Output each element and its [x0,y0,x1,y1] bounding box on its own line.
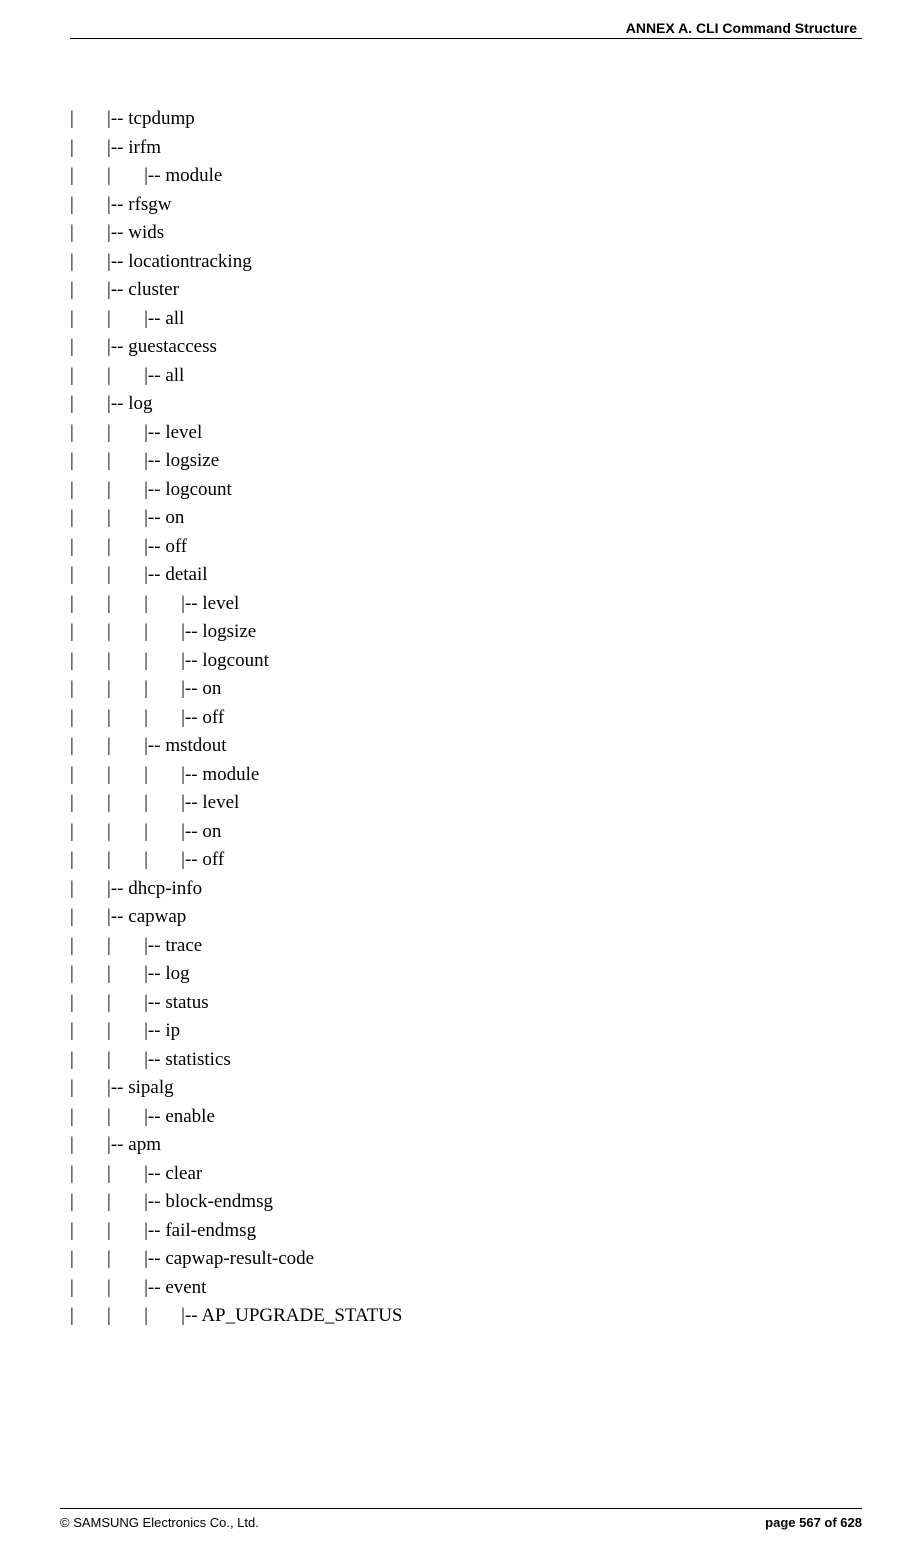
tree-line: | |-- guestaccess [70,333,862,362]
tree-line: | | |-- logcount [70,476,862,505]
tree-line: | |-- locationtracking [70,248,862,277]
tree-line: | | | |-- AP_UPGRADE_STATUS [70,1302,862,1331]
tree-line: | | |-- ip [70,1017,862,1046]
header-title: ANNEX A. CLI Command Structure [626,20,857,36]
tree-line: | | |-- detail [70,561,862,590]
tree-line: | | |-- on [70,504,862,533]
tree-line: | |-- irfm [70,134,862,163]
tree-line: | | |-- enable [70,1103,862,1132]
tree-line: | | |-- log [70,960,862,989]
tree-line: | | | |-- off [70,704,862,733]
tree-line: | |-- rfsgw [70,191,862,220]
tree-line: | | | |-- module [70,761,862,790]
tree-line: | |-- cluster [70,276,862,305]
tree-line: | | |-- event [70,1274,862,1303]
tree-line: | | | |-- level [70,590,862,619]
tree-line: | | | |-- logcount [70,647,862,676]
page-footer: © SAMSUNG Electronics Co., Ltd. page 567… [60,1508,862,1530]
tree-line: | | | |-- level [70,789,862,818]
tree-line: | |-- tcpdump [70,105,862,134]
tree-line: | |-- wids [70,219,862,248]
tree-line: | | |-- mstdout [70,732,862,761]
tree-line: | | |-- statistics [70,1046,862,1075]
tree-line: | | |-- trace [70,932,862,961]
tree-line: | | |-- status [70,989,862,1018]
tree-line: | | |-- clear [70,1160,862,1189]
page-number: page 567 of 628 [765,1515,862,1530]
tree-line: | |-- sipalg [70,1074,862,1103]
tree-line: | |-- capwap [70,903,862,932]
tree-line: | | | |-- on [70,818,862,847]
copyright-text: © SAMSUNG Electronics Co., Ltd. [60,1515,259,1530]
tree-line: | | | |-- logsize [70,618,862,647]
tree-line: | | |-- all [70,362,862,391]
tree-line: | | |-- block-endmsg [70,1188,862,1217]
tree-line: | |-- log [70,390,862,419]
header-rule [70,38,862,39]
tree-line: | | |-- fail-endmsg [70,1217,862,1246]
tree-line: | | |-- logsize [70,447,862,476]
tree-line: | | |-- all [70,305,862,334]
page-header: ANNEX A. CLI Command Structure [70,20,862,36]
tree-line: | | |-- capwap-result-code [70,1245,862,1274]
tree-line: | | |-- off [70,533,862,562]
cli-tree: | |-- tcpdump| |-- irfm| | |-- module| |… [70,105,862,1331]
tree-line: | |-- apm [70,1131,862,1160]
tree-line: | | |-- module [70,162,862,191]
tree-line: | | | |-- on [70,675,862,704]
tree-line: | | | |-- off [70,846,862,875]
tree-line: | | |-- level [70,419,862,448]
footer-rule [60,1508,862,1509]
tree-line: | |-- dhcp-info [70,875,862,904]
